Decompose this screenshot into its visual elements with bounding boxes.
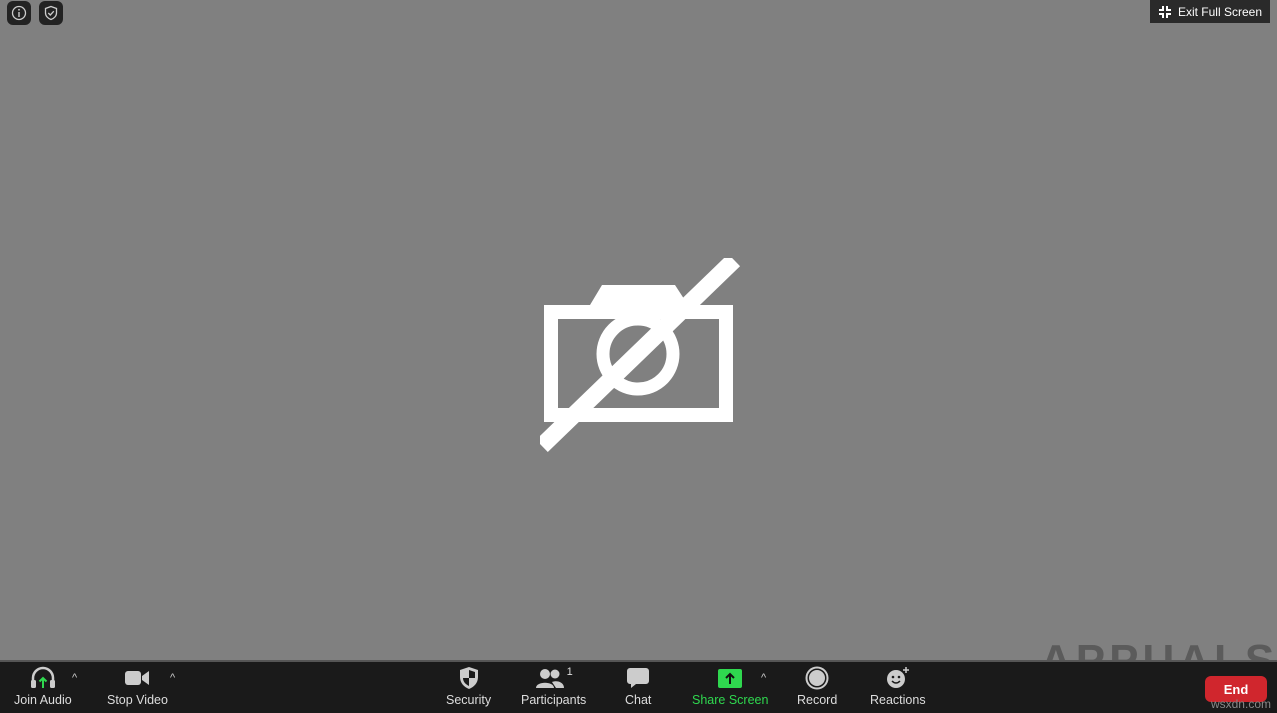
participants-label: Participants: [521, 693, 587, 707]
security-button[interactable]: Security: [446, 666, 491, 707]
reactions-button[interactable]: Reactions: [870, 666, 926, 707]
watermark-site: wsxdn.com: [1210, 697, 1271, 711]
audio-options-caret[interactable]: ^: [72, 672, 77, 684]
record-button[interactable]: Record: [797, 666, 837, 707]
exit-full-screen-label: Exit Full Screen: [1177, 4, 1262, 19]
participants-button[interactable]: 1 Participants: [521, 666, 586, 707]
join-audio-label: Join Audio: [14, 693, 72, 707]
share-screen-label: Share Screen: [692, 693, 769, 707]
video-options-caret[interactable]: ^: [170, 672, 175, 684]
headphones-icon: [30, 666, 55, 688]
security-label: Security: [446, 693, 492, 707]
share-screen-icon: [718, 669, 743, 688]
chat-button[interactable]: Chat: [625, 666, 651, 707]
security-shield-icon: [459, 667, 478, 689]
shield-check-icon: [44, 5, 58, 21]
share-options-caret[interactable]: ^: [761, 672, 766, 684]
participant-count: 1: [566, 666, 573, 678]
join-audio-button[interactable]: Join Audio: [14, 666, 72, 707]
record-icon: [805, 666, 829, 690]
record-label: Record: [797, 693, 838, 707]
chat-bubble-icon: [627, 668, 650, 688]
share-screen-button[interactable]: Share Screen: [692, 666, 768, 707]
video-off-icon: [540, 258, 740, 453]
reactions-label: Reactions: [870, 693, 926, 707]
exit-full-screen-button[interactable]: Exit Full Screen: [1149, 0, 1270, 23]
reactions-icon: [886, 667, 909, 688]
encryption-button[interactable]: [39, 1, 63, 25]
stop-video-label: Stop Video: [107, 693, 168, 707]
meeting-toolbar: Join Audio ^ Stop Video ^ Security 1 Par…: [0, 660, 1277, 713]
meeting-info-button[interactable]: [7, 1, 31, 25]
participants-icon: [535, 669, 564, 688]
info-icon: [11, 5, 27, 21]
stop-video-button[interactable]: Stop Video: [107, 666, 168, 707]
exit-fullscreen-icon: [1158, 5, 1171, 18]
chat-label: Chat: [625, 693, 652, 707]
video-camera-icon: [125, 671, 150, 685]
